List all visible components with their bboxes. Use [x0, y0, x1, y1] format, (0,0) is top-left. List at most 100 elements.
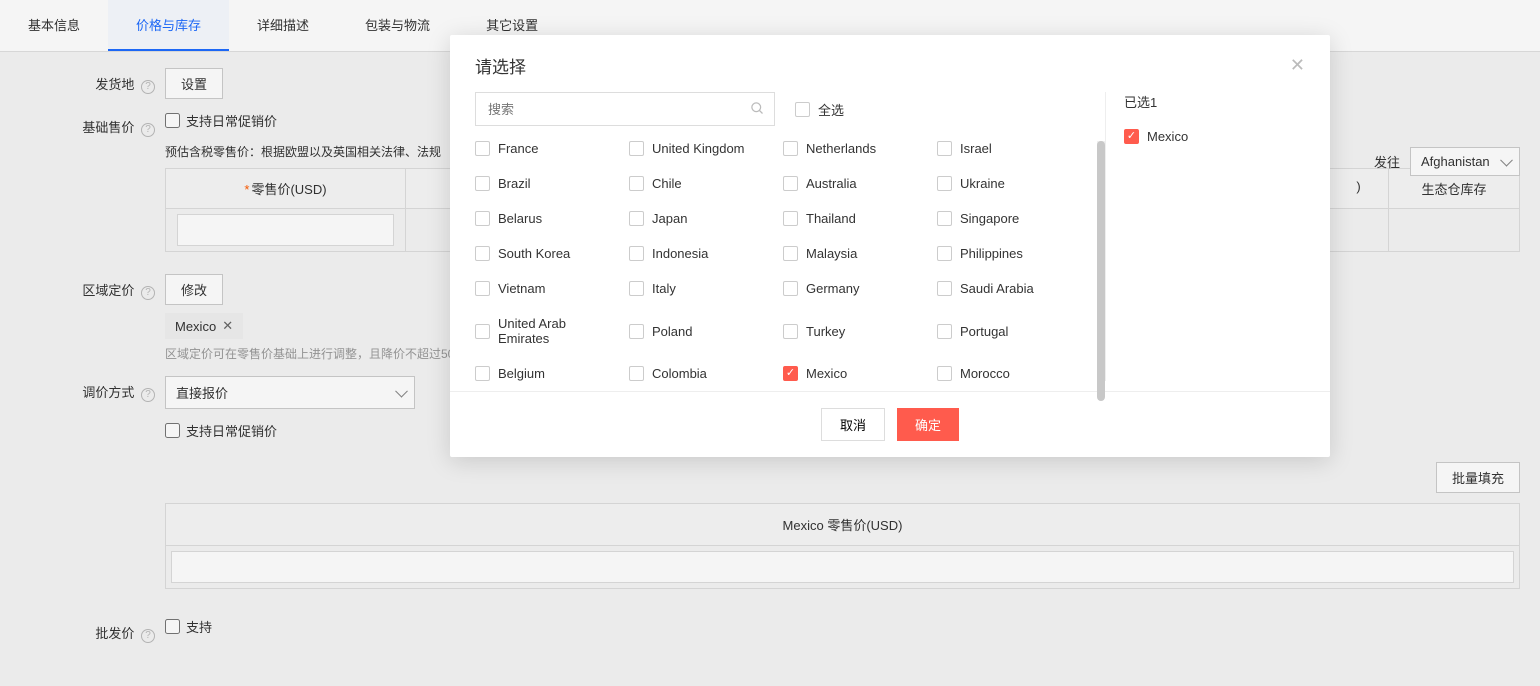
country-option[interactable]: Turkey: [783, 316, 927, 346]
checkbox-icon[interactable]: [629, 211, 644, 226]
checkbox-icon[interactable]: [475, 366, 490, 381]
selected-count: 已选1: [1124, 92, 1305, 111]
country-name: United Kingdom: [652, 141, 745, 156]
country-name: Philippines: [960, 246, 1023, 261]
country-name: Turkey: [806, 324, 845, 339]
checkbox-icon[interactable]: [475, 141, 490, 156]
scrollbar-track[interactable]: [1097, 141, 1105, 381]
checkbox-icon[interactable]: [629, 176, 644, 191]
country-option[interactable]: United Kingdom: [629, 141, 773, 156]
country-option[interactable]: Brazil: [475, 176, 619, 191]
country-option[interactable]: Morocco: [937, 366, 1081, 381]
country-name: Ukraine: [960, 176, 1005, 191]
country-option[interactable]: Colombia: [629, 366, 773, 381]
country-option[interactable]: Netherlands: [783, 141, 927, 156]
country-name: Vietnam: [498, 281, 545, 296]
country-option[interactable]: Chile: [629, 176, 773, 191]
checkbox-icon[interactable]: [783, 141, 798, 156]
selected-item[interactable]: Mexico: [1124, 129, 1305, 144]
cancel-button[interactable]: 取消: [821, 408, 885, 441]
checkbox-icon[interactable]: [475, 281, 490, 296]
scrollbar-thumb[interactable]: [1097, 141, 1105, 401]
select-all-checkbox[interactable]: 全选: [795, 100, 844, 119]
country-option[interactable]: Mexico: [783, 366, 927, 381]
country-option[interactable]: Belgium: [475, 366, 619, 381]
checkbox-icon[interactable]: [783, 324, 798, 339]
country-name: Brazil: [498, 176, 531, 191]
confirm-button[interactable]: 确定: [897, 408, 959, 441]
country-name: Portugal: [960, 324, 1008, 339]
checkbox-icon[interactable]: [783, 246, 798, 261]
select-all-box[interactable]: [795, 102, 810, 117]
checkbox-icon[interactable]: [475, 211, 490, 226]
country-option[interactable]: Saudi Arabia: [937, 281, 1081, 296]
checkbox-icon[interactable]: [937, 176, 952, 191]
country-name: Malaysia: [806, 246, 857, 261]
country-name: Italy: [652, 281, 676, 296]
country-option[interactable]: Philippines: [937, 246, 1081, 261]
checkbox-icon[interactable]: [475, 324, 490, 339]
checkbox-icon[interactable]: [783, 366, 798, 381]
checkbox-icon[interactable]: [629, 281, 644, 296]
checkbox-icon[interactable]: [629, 246, 644, 261]
checkbox-icon[interactable]: [937, 211, 952, 226]
checkbox-icon[interactable]: [629, 324, 644, 339]
country-name: Chile: [652, 176, 682, 191]
country-name: Belgium: [498, 366, 545, 381]
country-name: Indonesia: [652, 246, 708, 261]
country-option[interactable]: Germany: [783, 281, 927, 296]
country-name: Colombia: [652, 366, 707, 381]
country-name: Belarus: [498, 211, 542, 226]
countries-list: France United Kingdom Netherlands Israel Bra…: [475, 141, 1091, 381]
country-name: Japan: [652, 211, 687, 226]
checkbox-icon[interactable]: [475, 176, 490, 191]
country-name: Netherlands: [806, 141, 876, 156]
selected-list: Mexico: [1124, 129, 1305, 144]
checkbox-icon[interactable]: [937, 281, 952, 296]
checkbox-icon[interactable]: [783, 176, 798, 191]
country-name: Mexico: [806, 366, 847, 381]
country-name: Poland: [652, 324, 692, 339]
country-option[interactable]: Italy: [629, 281, 773, 296]
country-option[interactable]: France: [475, 141, 619, 156]
checkbox-icon[interactable]: [629, 141, 644, 156]
country-option[interactable]: Japan: [629, 211, 773, 226]
country-option[interactable]: United Arab Emirates: [475, 316, 619, 346]
search-input[interactable]: [475, 92, 775, 126]
country-name: South Korea: [498, 246, 570, 261]
country-option[interactable]: South Korea: [475, 246, 619, 261]
country-option[interactable]: Portugal: [937, 316, 1081, 346]
checkbox-icon[interactable]: [937, 246, 952, 261]
country-option[interactable]: Belarus: [475, 211, 619, 226]
country-option[interactable]: Israel: [937, 141, 1081, 156]
country-name: Thailand: [806, 211, 856, 226]
modal-title: 请选择: [475, 53, 526, 78]
country-option[interactable]: Vietnam: [475, 281, 619, 296]
search-icon[interactable]: [750, 101, 765, 119]
country-option[interactable]: Australia: [783, 176, 927, 191]
country-select-modal: 请选择 ✕ 全选 France United Kingdom Netherlands…: [450, 35, 1330, 457]
country-name: Australia: [806, 176, 857, 191]
country-option[interactable]: Indonesia: [629, 246, 773, 261]
checkbox-icon[interactable]: [937, 324, 952, 339]
select-all-label: 全选: [818, 100, 844, 119]
country-option[interactable]: Singapore: [937, 211, 1081, 226]
country-name: Israel: [960, 141, 992, 156]
country-name: Germany: [806, 281, 859, 296]
country-name: Morocco: [960, 366, 1010, 381]
checkbox-icon[interactable]: [629, 366, 644, 381]
country-option[interactable]: Ukraine: [937, 176, 1081, 191]
checkbox-icon[interactable]: [937, 366, 952, 381]
checkbox-icon[interactable]: [1124, 129, 1139, 144]
checkbox-icon[interactable]: [783, 281, 798, 296]
country-option[interactable]: Poland: [629, 316, 773, 346]
checkbox-icon[interactable]: [937, 141, 952, 156]
close-icon[interactable]: ✕: [1290, 55, 1305, 76]
country-option[interactable]: Malaysia: [783, 246, 927, 261]
country-name: France: [498, 141, 538, 156]
country-name: Singapore: [960, 211, 1019, 226]
country-option[interactable]: Thailand: [783, 211, 927, 226]
checkbox-icon[interactable]: [783, 211, 798, 226]
country-name: United Arab Emirates: [498, 316, 619, 346]
checkbox-icon[interactable]: [475, 246, 490, 261]
